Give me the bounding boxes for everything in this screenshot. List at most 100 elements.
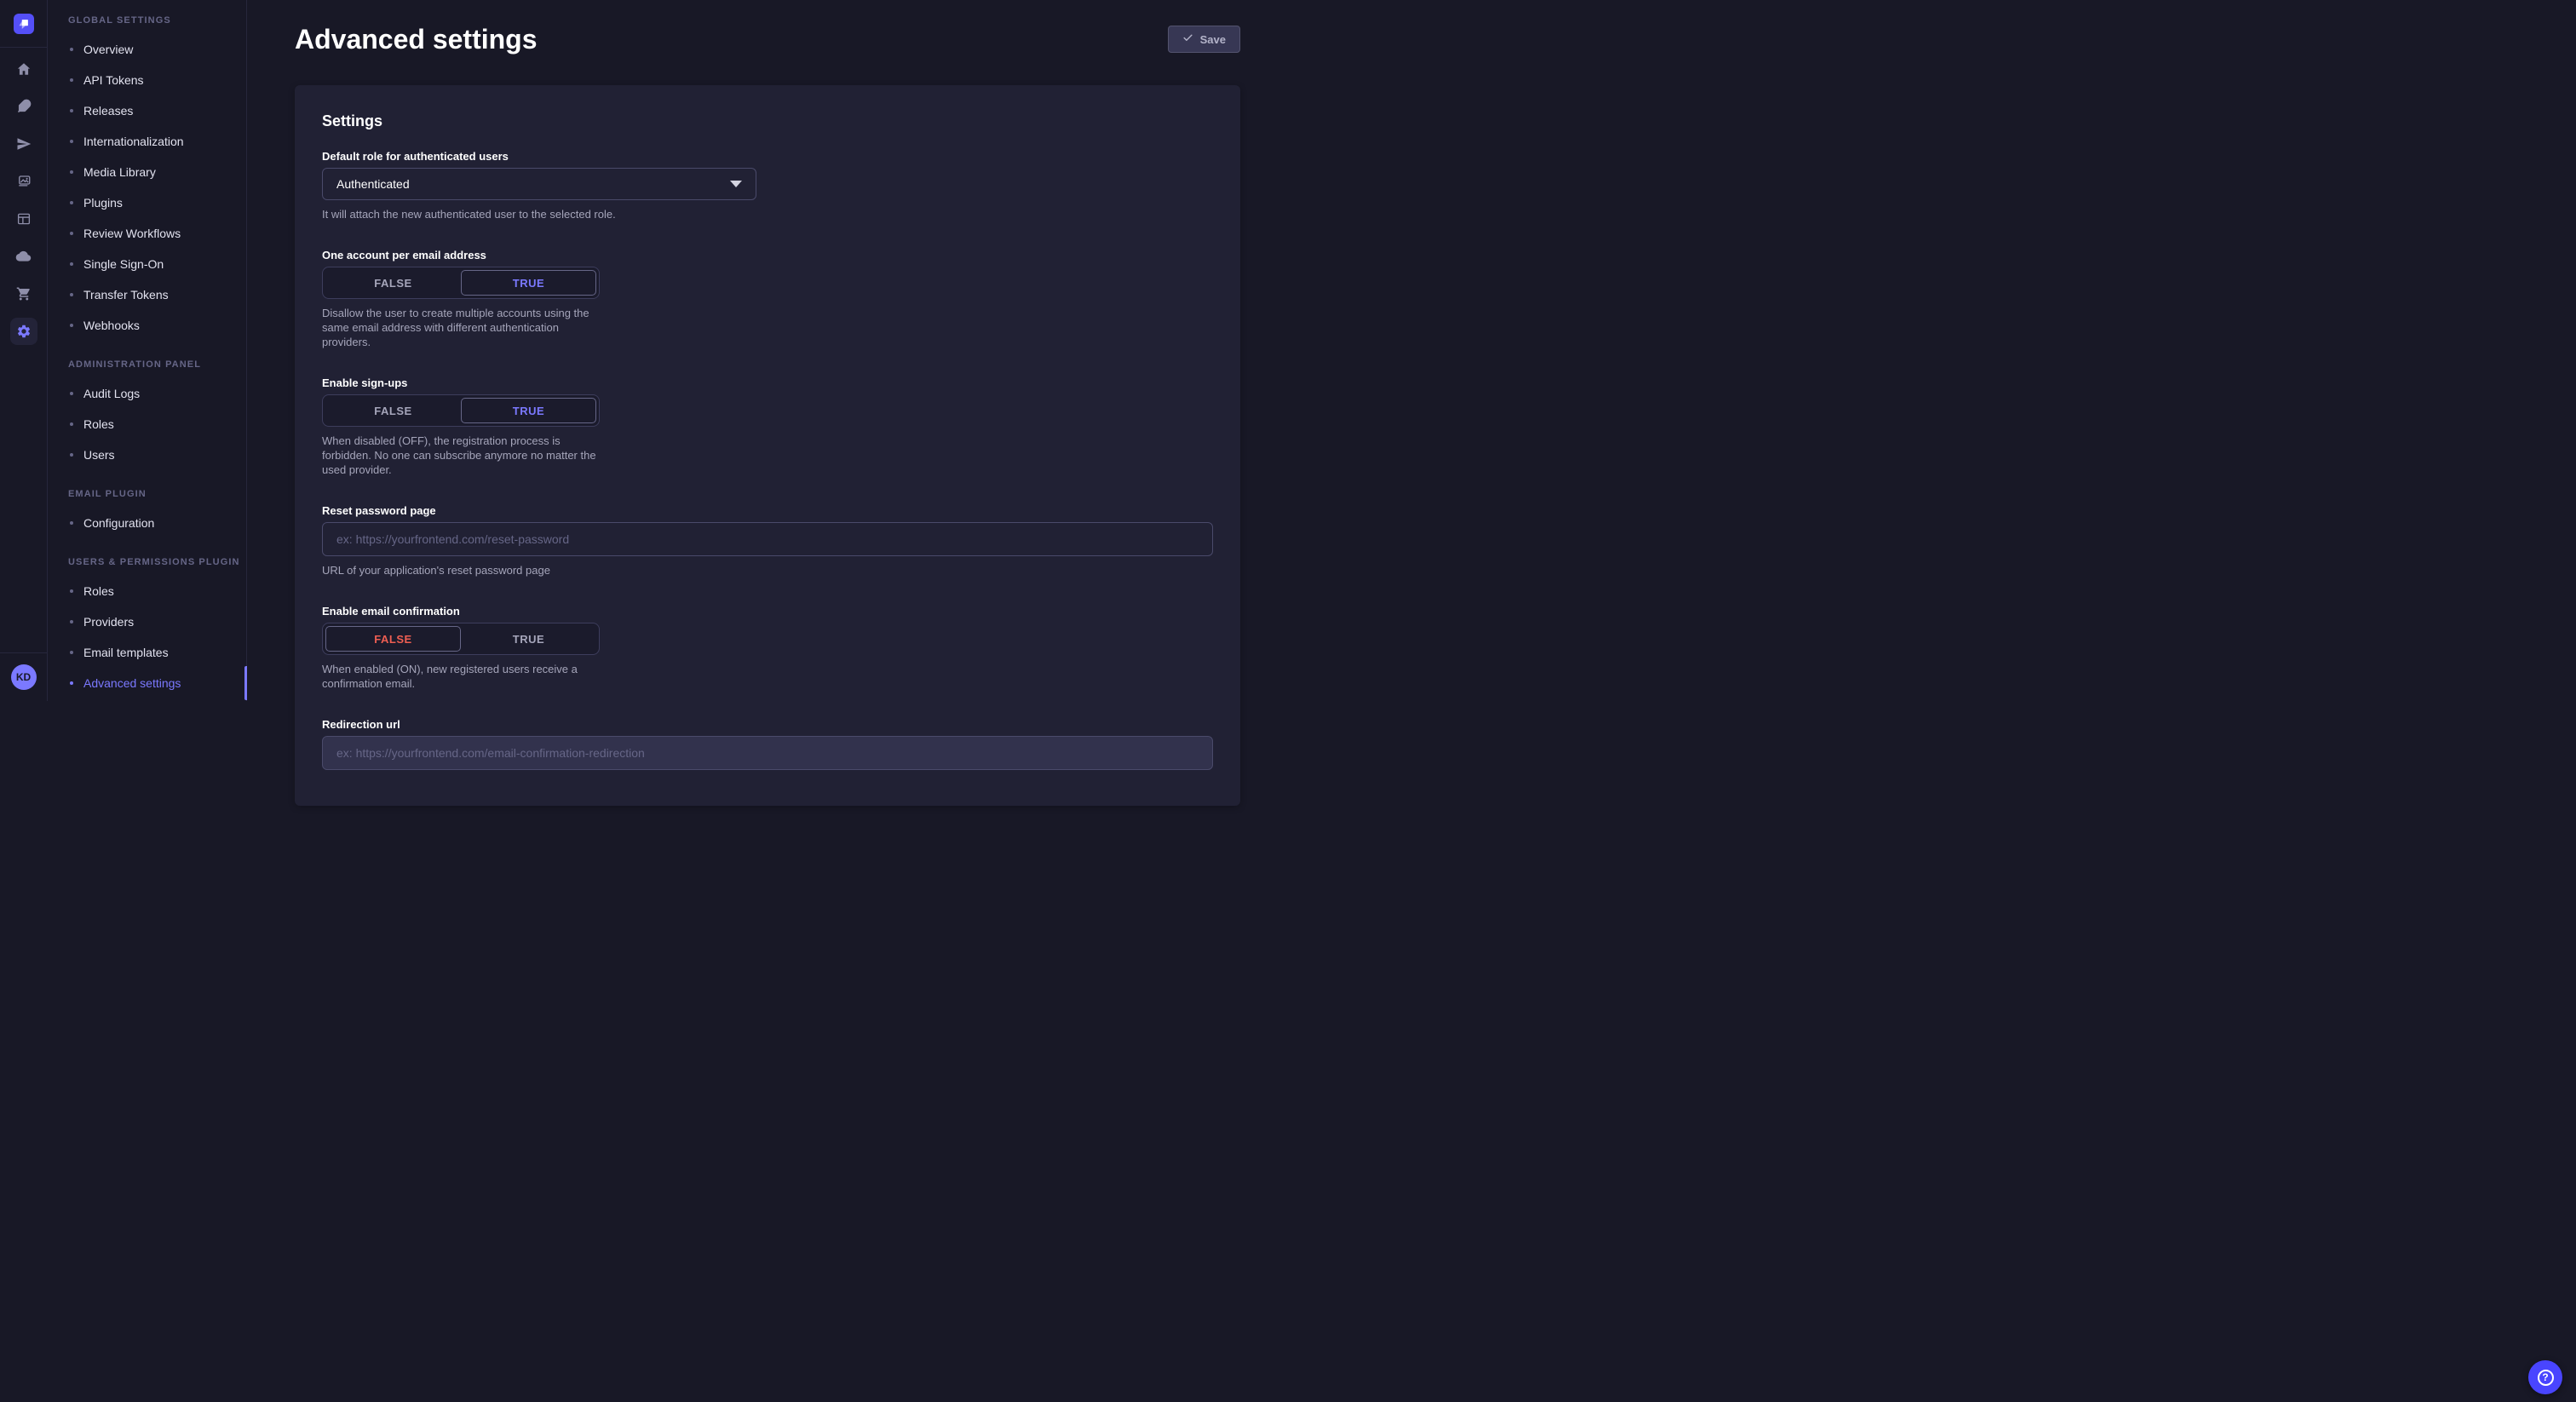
rail-footer: KD [0,652,47,701]
bullet-icon [70,392,73,395]
bullet-icon [70,422,73,426]
sidebar-item-providers[interactable]: Providers [48,606,246,637]
sidebar-item-label: Single Sign-On [83,257,164,271]
bullet-icon [70,293,73,296]
sidebar-item-overview[interactable]: Overview [48,34,246,65]
save-button[interactable]: Save [1168,26,1240,53]
bullet-icon [70,201,73,204]
field-default-role: Default role for authenticated users Aut… [322,150,756,221]
redirection-url-input[interactable] [322,736,1213,770]
field-redirection-url: Redirection url [322,718,1213,770]
subnav-section-header: ADMINISTRATION PANEL [48,359,246,370]
sidebar-item-email-templates[interactable]: Email templates [48,637,246,668]
home-icon[interactable] [10,55,37,83]
subnav-section-header: GLOBAL SETTINGS [48,15,246,26]
field-enable-email-confirmation: Enable email confirmation FALSE TRUE Whe… [322,605,600,691]
toggle-option-true[interactable]: TRUE [461,626,596,652]
default-role-select[interactable]: Authenticated [322,168,756,200]
field-label: Enable email confirmation [322,605,600,618]
toggle-option-false[interactable]: FALSE [325,626,461,652]
images-icon[interactable] [10,168,37,195]
sidebar-item-label: Providers [83,615,134,629]
fields-container: Default role for authenticated users Aut… [322,150,1213,770]
rail-icon-list [0,48,47,652]
sidebar-item-label: Users [83,448,115,462]
help-button[interactable]: ? [2528,1360,2562,1394]
paper-plane-icon[interactable] [10,130,37,158]
sidebar-item-label: Internationalization [83,135,184,148]
sidebar-item-plugins[interactable]: Plugins [48,187,246,218]
field-enable-sign-ups: Enable sign-ups FALSE TRUE When disabled… [322,376,600,477]
settings-subnav: GLOBAL SETTINGS Overview API Tokens Rele… [48,0,247,701]
field-label: One account per email address [322,249,600,261]
cloud-icon[interactable] [10,243,37,270]
cart-icon[interactable] [10,280,37,307]
sidebar-item-releases[interactable]: Releases [48,95,246,126]
field-hint: When disabled (OFF), the registration pr… [322,434,600,477]
sign-ups-toggle: FALSE TRUE [322,394,600,427]
sidebar-item-email-configuration[interactable]: Configuration [48,508,246,538]
sidebar-item-label: Overview [83,43,133,56]
sidebar-item-webhooks[interactable]: Webhooks [48,310,246,341]
field-one-account-per-email: One account per email address FALSE TRUE… [322,249,600,349]
bullet-icon [70,140,73,143]
subnav-section-header: EMAIL PLUGIN [48,489,246,499]
page-title: Advanced settings [295,24,538,55]
sidebar-item-label: Media Library [83,165,156,179]
field-hint: When enabled (ON), new registered users … [322,662,600,691]
sidebar-item-admin-roles[interactable]: Roles [48,409,246,440]
field-label: Default role for authenticated users [322,150,756,163]
bullet-icon [70,232,73,235]
feather-icon[interactable] [10,93,37,120]
sidebar-item-label: Roles [83,584,114,598]
gear-icon[interactable] [10,318,37,345]
sidebar-item-review-workflows[interactable]: Review Workflows [48,218,246,249]
avatar[interactable]: KD [11,664,37,690]
bullet-icon [70,681,73,685]
strapi-logo-icon[interactable] [14,14,34,34]
page-header: Advanced settings Save [295,19,1240,60]
sidebar-item-advanced-settings[interactable]: Advanced settings [48,668,246,698]
sidebar-item-users[interactable]: Users [48,440,246,470]
sidebar-item-api-tokens[interactable]: API Tokens [48,65,246,95]
sidebar-item-transfer-tokens[interactable]: Transfer Tokens [48,279,246,310]
sidebar-item-label: Transfer Tokens [83,288,169,302]
sidebar-item-label: Releases [83,104,133,118]
select-value: Authenticated [336,177,410,191]
reset-password-input[interactable] [322,522,1213,556]
bullet-icon [70,453,73,457]
bullet-icon [70,48,73,51]
layout-icon[interactable] [10,205,37,233]
sidebar-item-up-roles[interactable]: Roles [48,576,246,606]
settings-card: Settings Default role for authenticated … [295,85,1240,806]
check-icon [1182,32,1193,46]
sidebar-item-label: Webhooks [83,319,140,332]
toggle-option-true[interactable]: TRUE [461,270,596,296]
sidebar-item-label: Advanced settings [83,676,181,690]
bullet-icon [70,620,73,623]
sidebar-item-label: Audit Logs [83,387,140,400]
sidebar-item-audit-logs[interactable]: Audit Logs [48,378,246,409]
toggle-option-false[interactable]: FALSE [325,270,461,296]
field-reset-password-page: Reset password page URL of your applicat… [322,504,1213,577]
sidebar-item-internationalization[interactable]: Internationalization [48,126,246,157]
field-hint: It will attach the new authenticated use… [322,207,756,221]
save-button-label: Save [1200,33,1226,46]
subnav-section-header: USERS & PERMISSIONS PLUGIN [48,557,246,567]
field-hint: URL of your application's reset password… [322,563,1213,577]
icon-rail: KD [0,0,48,701]
toggle-option-false[interactable]: FALSE [325,398,461,423]
sidebar-item-media-library[interactable]: Media Library [48,157,246,187]
active-item-indicator [244,666,247,700]
main-content: Advanced settings Save Settings Default … [247,0,1288,701]
one-account-toggle: FALSE TRUE [322,267,600,299]
bullet-icon [70,324,73,327]
email-confirmation-toggle: FALSE TRUE [322,623,600,655]
bullet-icon [70,109,73,112]
sidebar-item-label: Configuration [83,516,154,530]
toggle-option-true[interactable]: TRUE [461,398,596,423]
bullet-icon [70,521,73,525]
sidebar-item-single-sign-on[interactable]: Single Sign-On [48,249,246,279]
field-hint: Disallow the user to create multiple acc… [322,306,600,349]
bullet-icon [70,651,73,654]
